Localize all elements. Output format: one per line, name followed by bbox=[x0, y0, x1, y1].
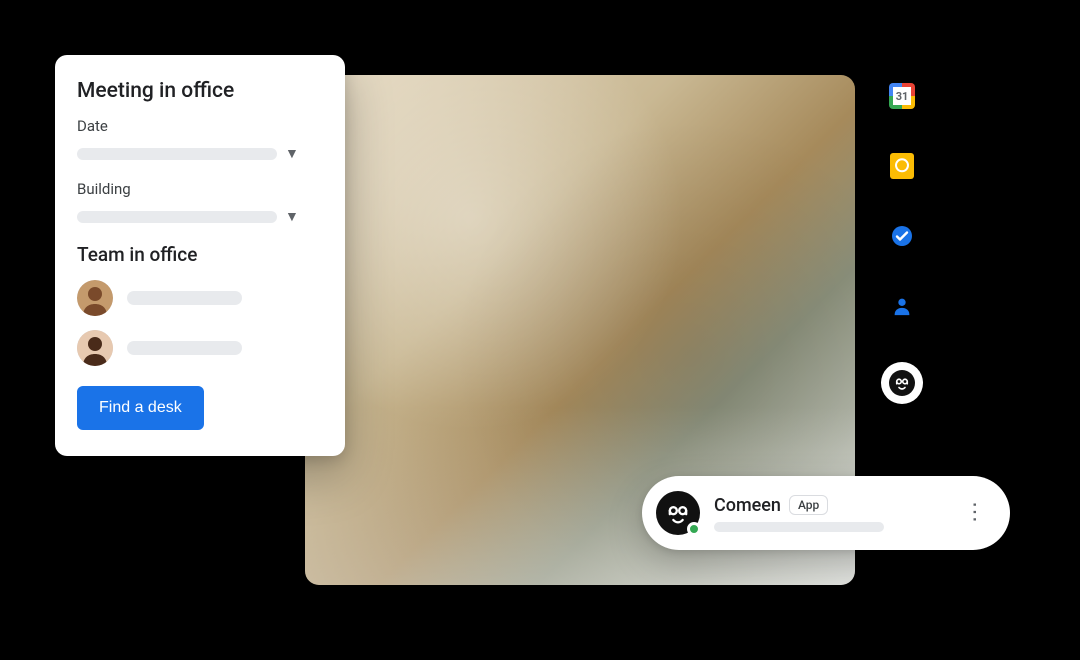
date-value-placeholder bbox=[77, 148, 277, 160]
building-label: Building bbox=[77, 180, 323, 198]
chat-chip[interactable]: Comeen App ⋯ bbox=[642, 476, 1010, 550]
date-label: Date bbox=[77, 117, 323, 135]
team-name-placeholder bbox=[127, 291, 242, 305]
contacts-icon[interactable] bbox=[888, 292, 916, 320]
comeen-app-icon[interactable] bbox=[881, 362, 923, 404]
building-select[interactable]: ▼ bbox=[77, 208, 323, 225]
building-value-placeholder bbox=[77, 211, 277, 223]
calendar-icon[interactable]: 31 bbox=[888, 82, 916, 110]
avatar bbox=[77, 280, 113, 316]
chat-message-placeholder bbox=[714, 522, 884, 532]
team-name-placeholder bbox=[127, 341, 242, 355]
team-row bbox=[77, 280, 323, 316]
chat-app-avatar bbox=[656, 491, 700, 535]
chat-app-name: Comeen bbox=[714, 495, 781, 516]
more-options-icon[interactable]: ⋯ bbox=[957, 495, 991, 531]
meeting-card: Meeting in office Date ▼ Building ▼ Team… bbox=[55, 55, 345, 456]
find-a-desk-button[interactable]: Find a desk bbox=[77, 386, 204, 430]
avatar bbox=[77, 330, 113, 366]
chevron-down-icon: ▼ bbox=[285, 208, 299, 225]
team-row bbox=[77, 330, 323, 366]
side-panel: 31 bbox=[880, 82, 924, 404]
calendar-day-number: 31 bbox=[893, 87, 911, 105]
team-section-title: Team in office bbox=[77, 243, 323, 266]
date-select[interactable]: ▼ bbox=[77, 145, 323, 162]
presence-indicator bbox=[687, 522, 701, 536]
card-title: Meeting in office bbox=[77, 79, 323, 103]
tasks-icon[interactable] bbox=[888, 222, 916, 250]
chevron-down-icon: ▼ bbox=[285, 145, 299, 162]
app-badge: App bbox=[789, 495, 828, 515]
keep-icon[interactable] bbox=[888, 152, 916, 180]
